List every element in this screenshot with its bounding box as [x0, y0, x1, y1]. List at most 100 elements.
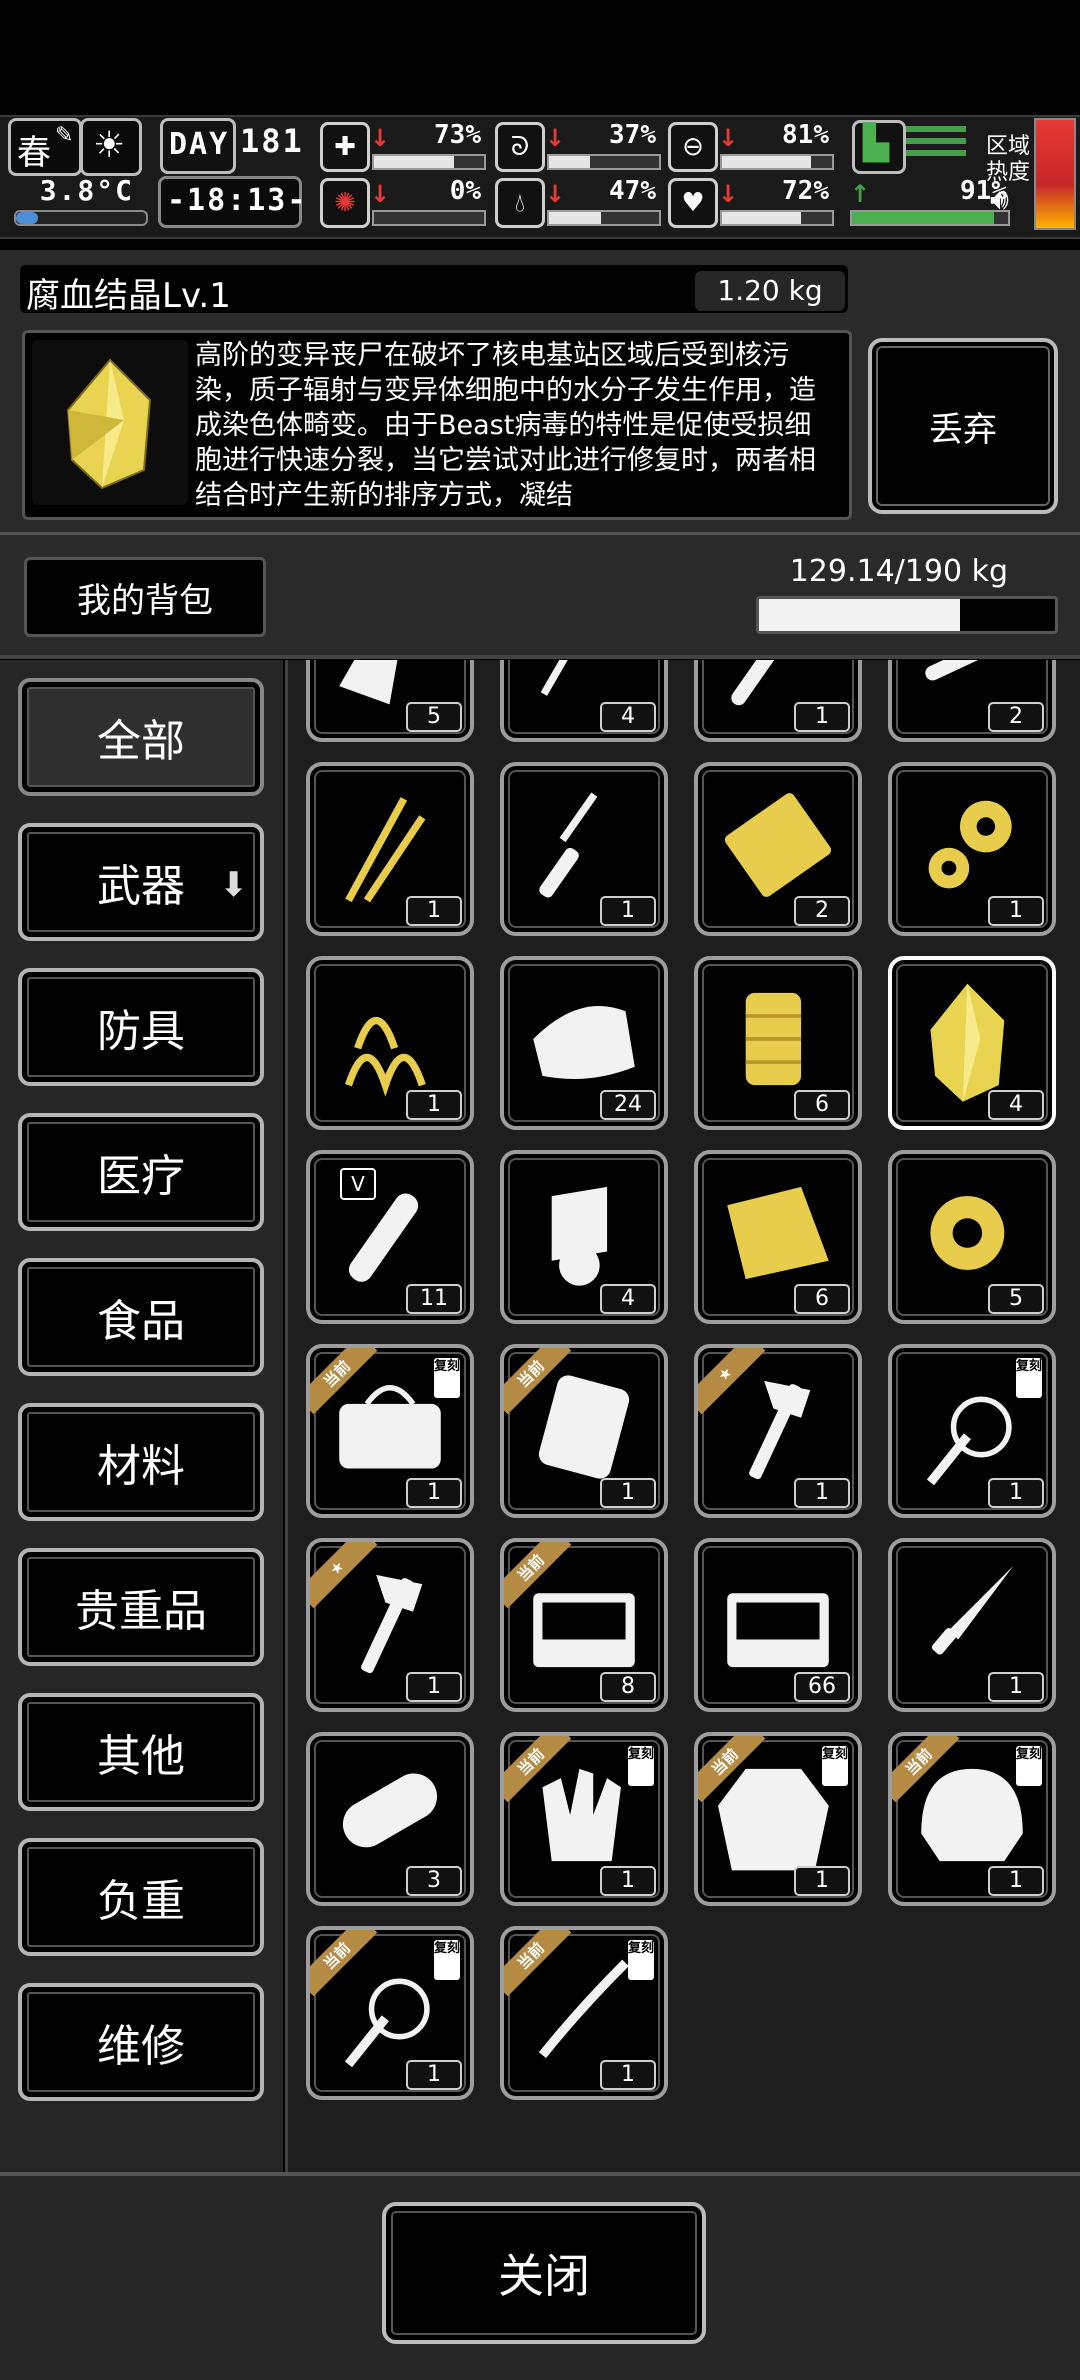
inventory-slot[interactable]: 当前 复刻 1 [500, 1926, 668, 2100]
stat-bar [372, 210, 486, 226]
inventory-slot[interactable]: 2 [888, 660, 1056, 742]
inventory-slot[interactable]: 当前 8 [500, 1538, 668, 1712]
item-count: 6 [794, 1284, 850, 1314]
category-tab-3[interactable]: 医疗 [18, 1113, 264, 1231]
bag-label: 我的背包 [24, 557, 266, 637]
brain-icon: ✺ [320, 178, 370, 228]
close-button[interactable]: 关闭 [382, 2202, 706, 2344]
stat-bar [372, 154, 486, 170]
stat-value: 73% [434, 120, 481, 150]
category-label: 材料 [97, 1441, 185, 1492]
water-drop-icon: 💧︎ [495, 178, 545, 228]
category-tab-7[interactable]: 其他 [18, 1693, 264, 1811]
speaker-icon[interactable]: 🔊︎ [990, 182, 1009, 217]
rope-spool-icon [718, 974, 838, 1104]
inventory-slot[interactable]: 1 [888, 1538, 1056, 1712]
replica-badge: 复刻 [628, 1746, 654, 1786]
inventory-slot[interactable]: 5 [888, 1150, 1056, 1324]
stat-value: 37% [609, 120, 656, 150]
stat-value: 47% [609, 176, 656, 206]
stat-arrow: ↓ [370, 180, 391, 208]
category-tab-6[interactable]: 贵重品 [18, 1548, 264, 1666]
inventory-slot[interactable]: 1 [888, 762, 1056, 936]
stat-bar-fill [549, 212, 601, 224]
medkit-icon: ✚ [320, 122, 370, 172]
paper-roll-icon [524, 1168, 644, 1298]
item-preview [32, 340, 188, 505]
inventory-slot[interactable]: 4 [500, 1150, 668, 1324]
stat-arrow: ↓ [545, 124, 566, 152]
item-count: 1 [406, 896, 462, 926]
inventory-slot[interactable]: 当前 复刻 1 [306, 1344, 474, 1518]
inventory-slot[interactable]: 6 [694, 956, 862, 1130]
stat-bar-fill [374, 156, 455, 168]
category-tab-0[interactable]: 全部 [18, 678, 264, 796]
stat-mood: ♥ ↓ 72% [668, 176, 834, 230]
season-box: 春 ✎ [8, 118, 82, 176]
inventory-slot[interactable]: ★ 1 [306, 1538, 474, 1712]
category-tab-4[interactable]: 食品 [18, 1258, 264, 1376]
category-label: 食品 [97, 1296, 185, 1347]
item-count: 2 [988, 702, 1044, 732]
inventory-slot[interactable]: 1 [694, 660, 862, 742]
download-arrow-icon: ⬇ [219, 865, 249, 905]
inventory-slot[interactable]: 4 [888, 956, 1056, 1130]
category-label: 其他 [97, 1731, 185, 1782]
inventory-grid[interactable]: 5 4 1 2 1 1 2 1 1 24 6 4 V 11 4 6 5 当前 复刻 1 当前 1 ★ 1 复刻 1 ★ 1 当前 8 66 1… [285, 660, 1080, 2172]
whip-icon [330, 1944, 450, 2074]
item-count: 4 [988, 1090, 1044, 1120]
discard-button[interactable]: 丢弃 [868, 338, 1058, 514]
inventory-slot[interactable]: 66 [694, 1538, 862, 1712]
inventory-slot[interactable]: V 11 [306, 1150, 474, 1324]
inventory-slot[interactable]: 当前 复刻 1 [694, 1732, 862, 1906]
metal-plate-icon [718, 780, 838, 910]
inventory-slot[interactable]: 24 [500, 956, 668, 1130]
item-count: 1 [600, 2060, 656, 2090]
replica-badge: 复刻 [1016, 1358, 1042, 1398]
energy-lines [906, 126, 966, 164]
item-weight: 1.20 kg [695, 271, 845, 311]
temperature-box: 3.8°C [10, 174, 148, 228]
item-count: 1 [794, 1866, 850, 1896]
inventory-slot[interactable]: 1 [306, 762, 474, 936]
inventory-slot[interactable]: ★ 1 [694, 1344, 862, 1518]
item-badge: V [340, 1168, 376, 1200]
category-label: 医疗 [97, 1151, 185, 1202]
stat-bar-fill [549, 156, 590, 168]
backpack-icon [524, 1362, 644, 1492]
category-tab-2[interactable]: 防具 [18, 968, 264, 1086]
item-count: 1 [988, 1866, 1044, 1896]
inventory-slot[interactable]: 3 [306, 1732, 474, 1906]
inventory-slot[interactable]: 复刻 1 [888, 1344, 1056, 1518]
category-tab-9[interactable]: 维修 [18, 1983, 264, 2101]
stat-arrow: ↑ [850, 180, 871, 208]
inventory-slot[interactable]: 1 [306, 956, 474, 1130]
tape-roll-icon [912, 1168, 1032, 1298]
stat-value: 72% [782, 176, 829, 206]
inventory-slot[interactable]: 当前 复刻 1 [500, 1732, 668, 1906]
category-tab-5[interactable]: 材料 [18, 1403, 264, 1521]
day-count: 181 [240, 122, 304, 160]
inventory-slot[interactable]: 6 [694, 1150, 862, 1324]
cloth-icon [524, 974, 644, 1104]
inventory-slot[interactable]: 2 [694, 762, 862, 936]
hatchet-icon [330, 1556, 450, 1686]
inventory-slot[interactable]: 当前 复刻 1 [306, 1926, 474, 2100]
inventory-slot[interactable]: 当前 复刻 1 [888, 1732, 1056, 1906]
category-tab-8[interactable]: 负重 [18, 1838, 264, 1956]
screwdriver-icon [524, 780, 644, 910]
category-label: 防具 [97, 1006, 185, 1057]
sun-icon: ☀ [93, 125, 126, 166]
leaf-icon: ✎ [55, 123, 74, 148]
inventory-slot[interactable]: 1 [500, 762, 668, 936]
heart-icon: ♥ [668, 178, 718, 228]
inventory-slot[interactable]: 4 [500, 660, 668, 742]
category-tab-1[interactable]: 武器 ⬇ [18, 823, 264, 941]
inventory-slot[interactable]: 5 [306, 660, 474, 742]
inventory-slot[interactable]: 当前 1 [500, 1344, 668, 1518]
weather-box: ☀ [80, 118, 142, 176]
stat-bar-fill [722, 212, 802, 224]
stat-arrow: ↓ [718, 124, 739, 152]
item-name: 腐血结晶Lv.1 [26, 276, 231, 316]
replica-badge: 复刻 [434, 1358, 460, 1398]
